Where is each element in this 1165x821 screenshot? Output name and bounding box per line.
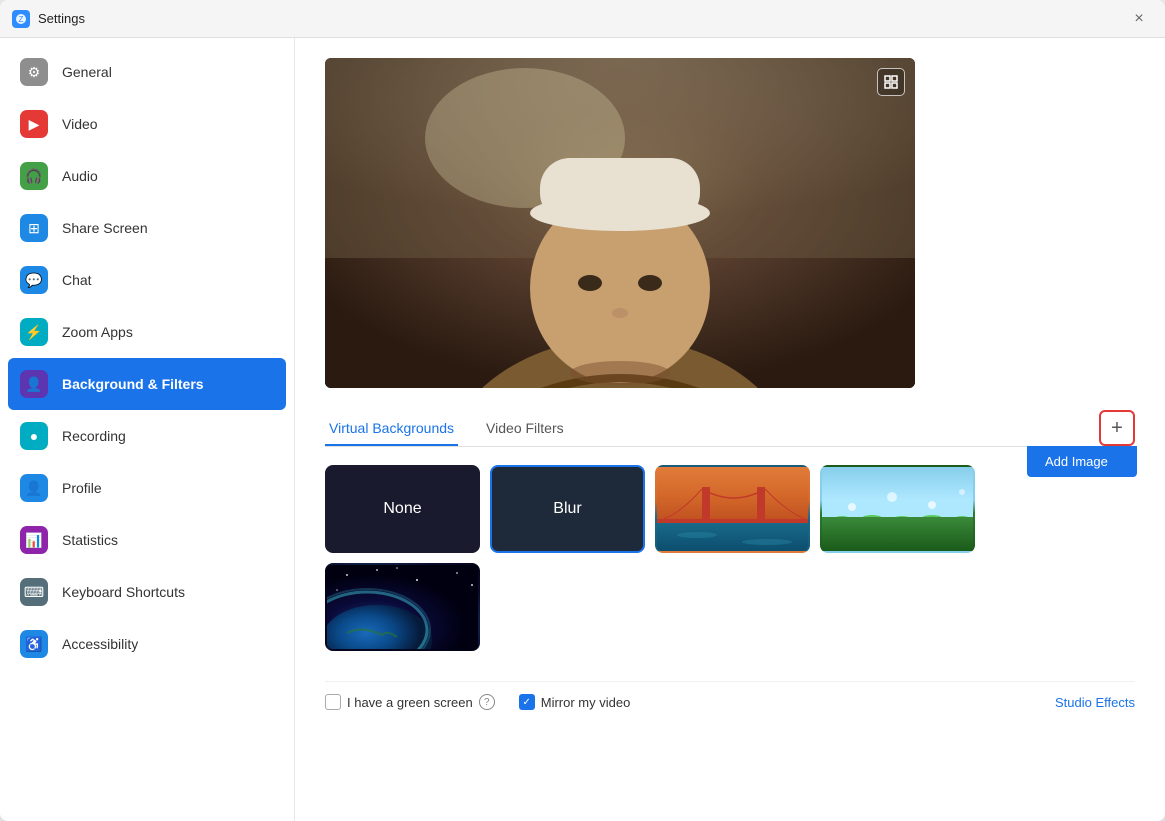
bg-item-none[interactable]: None	[325, 465, 480, 553]
sidebar-item-statistics[interactable]: 📊 Statistics	[0, 514, 294, 566]
titlebar: Z Settings ×	[0, 0, 1165, 38]
green-screen-row: I have a green screen ?	[325, 694, 495, 710]
sidebar-item-chat[interactable]: 💬 Chat	[0, 254, 294, 306]
bg-item-grass[interactable]	[820, 465, 975, 553]
keyboard-icon: ⌨	[20, 578, 48, 606]
sidebar-label-video: Video	[62, 116, 98, 132]
tabs-row: Virtual Backgrounds Video Filters + Add …	[325, 410, 1135, 447]
backgrounds-grid: None Blur	[325, 465, 1135, 651]
sidebar-item-bg-filters[interactable]: 👤 Background & Filters	[8, 358, 286, 410]
sidebar-item-audio[interactable]: 🎧 Audio	[0, 150, 294, 202]
sidebar-item-zoom-apps[interactable]: ⚡ Zoom Apps	[0, 306, 294, 358]
chat-icon: 💬	[20, 266, 48, 294]
sidebar-label-keyboard: Keyboard Shortcuts	[62, 584, 185, 600]
bg-item-space[interactable]	[325, 563, 480, 651]
audio-icon: 🎧	[20, 162, 48, 190]
sidebar-label-audio: Audio	[62, 168, 98, 184]
general-icon: ⚙	[20, 58, 48, 86]
sidebar-item-recording[interactable]: ● Recording	[0, 410, 294, 462]
bg-item-blur[interactable]: Blur	[490, 465, 645, 553]
sidebar-item-share-screen[interactable]: ⊞ Share Screen	[0, 202, 294, 254]
mirror-video-checkbox[interactable]: ✓	[519, 694, 535, 710]
sidebar-label-share-screen: Share Screen	[62, 220, 148, 236]
sidebar-item-general[interactable]: ⚙ General	[0, 46, 294, 98]
sidebar-label-zoom-apps: Zoom Apps	[62, 324, 133, 340]
main-content: ⚙ General ▶ Video 🎧 Audio ⊞ Share Screen 💬 Chat ⚡ Z…	[0, 38, 1165, 821]
zoom-apps-icon: ⚡	[20, 318, 48, 346]
tab-virtual-backgrounds[interactable]: Virtual Backgrounds	[325, 412, 458, 446]
sidebar-label-profile: Profile	[62, 480, 102, 496]
recording-icon: ●	[20, 422, 48, 450]
accessibility-icon: ♿	[20, 630, 48, 658]
statistics-icon: 📊	[20, 526, 48, 554]
sidebar: ⚙ General ▶ Video 🎧 Audio ⊞ Share Screen 💬 Chat ⚡ Z…	[0, 38, 295, 821]
sidebar-label-statistics: Statistics	[62, 532, 118, 548]
video-expand-button[interactable]	[877, 68, 905, 96]
window-title: Settings	[38, 11, 1117, 26]
mirror-video-label: Mirror my video	[541, 695, 631, 710]
sidebar-label-accessibility: Accessibility	[62, 636, 138, 652]
settings-window: Z Settings × ⚙ General ▶ Video 🎧 Audio ⊞ Share …	[0, 0, 1165, 821]
content-area: Virtual Backgrounds Video Filters + Add …	[295, 38, 1165, 821]
close-button[interactable]: ×	[1125, 5, 1153, 33]
video-icon: ▶	[20, 110, 48, 138]
video-preview	[325, 58, 915, 388]
svg-text:Z: Z	[19, 15, 24, 24]
sidebar-item-profile[interactable]: 👤 Profile	[0, 462, 294, 514]
sidebar-label-general: General	[62, 64, 112, 80]
bottom-bar: I have a green screen ? ✓ Mirror my vide…	[325, 681, 1135, 710]
sidebar-item-keyboard[interactable]: ⌨ Keyboard Shortcuts	[0, 566, 294, 618]
profile-icon: 👤	[20, 474, 48, 502]
tab-video-filters[interactable]: Video Filters	[482, 412, 568, 446]
mirror-video-row: ✓ Mirror my video	[519, 694, 631, 710]
sidebar-label-bg-filters: Background & Filters	[62, 376, 204, 392]
green-screen-label: I have a green screen	[347, 695, 473, 710]
green-screen-info-icon[interactable]: ?	[479, 694, 495, 710]
green-screen-checkbox[interactable]	[325, 694, 341, 710]
share-screen-icon: ⊞	[20, 214, 48, 242]
bg-item-golden-gate[interactable]	[655, 465, 810, 553]
studio-effects-link[interactable]: Studio Effects	[1055, 695, 1135, 710]
video-feed	[325, 58, 915, 388]
add-image-tooltip: Add Image	[1027, 446, 1137, 477]
sidebar-item-video[interactable]: ▶ Video	[0, 98, 294, 150]
bg-none-label: None	[383, 500, 421, 518]
bg-blur-label: Blur	[553, 500, 581, 518]
add-image-button[interactable]: +	[1099, 410, 1135, 446]
sidebar-item-accessibility[interactable]: ♿ Accessibility	[0, 618, 294, 670]
bg-filters-icon: 👤	[20, 370, 48, 398]
app-icon: Z	[12, 10, 30, 28]
sidebar-label-recording: Recording	[62, 428, 126, 444]
sidebar-label-chat: Chat	[62, 272, 92, 288]
add-image-wrapper: + Add Image	[1099, 410, 1135, 446]
